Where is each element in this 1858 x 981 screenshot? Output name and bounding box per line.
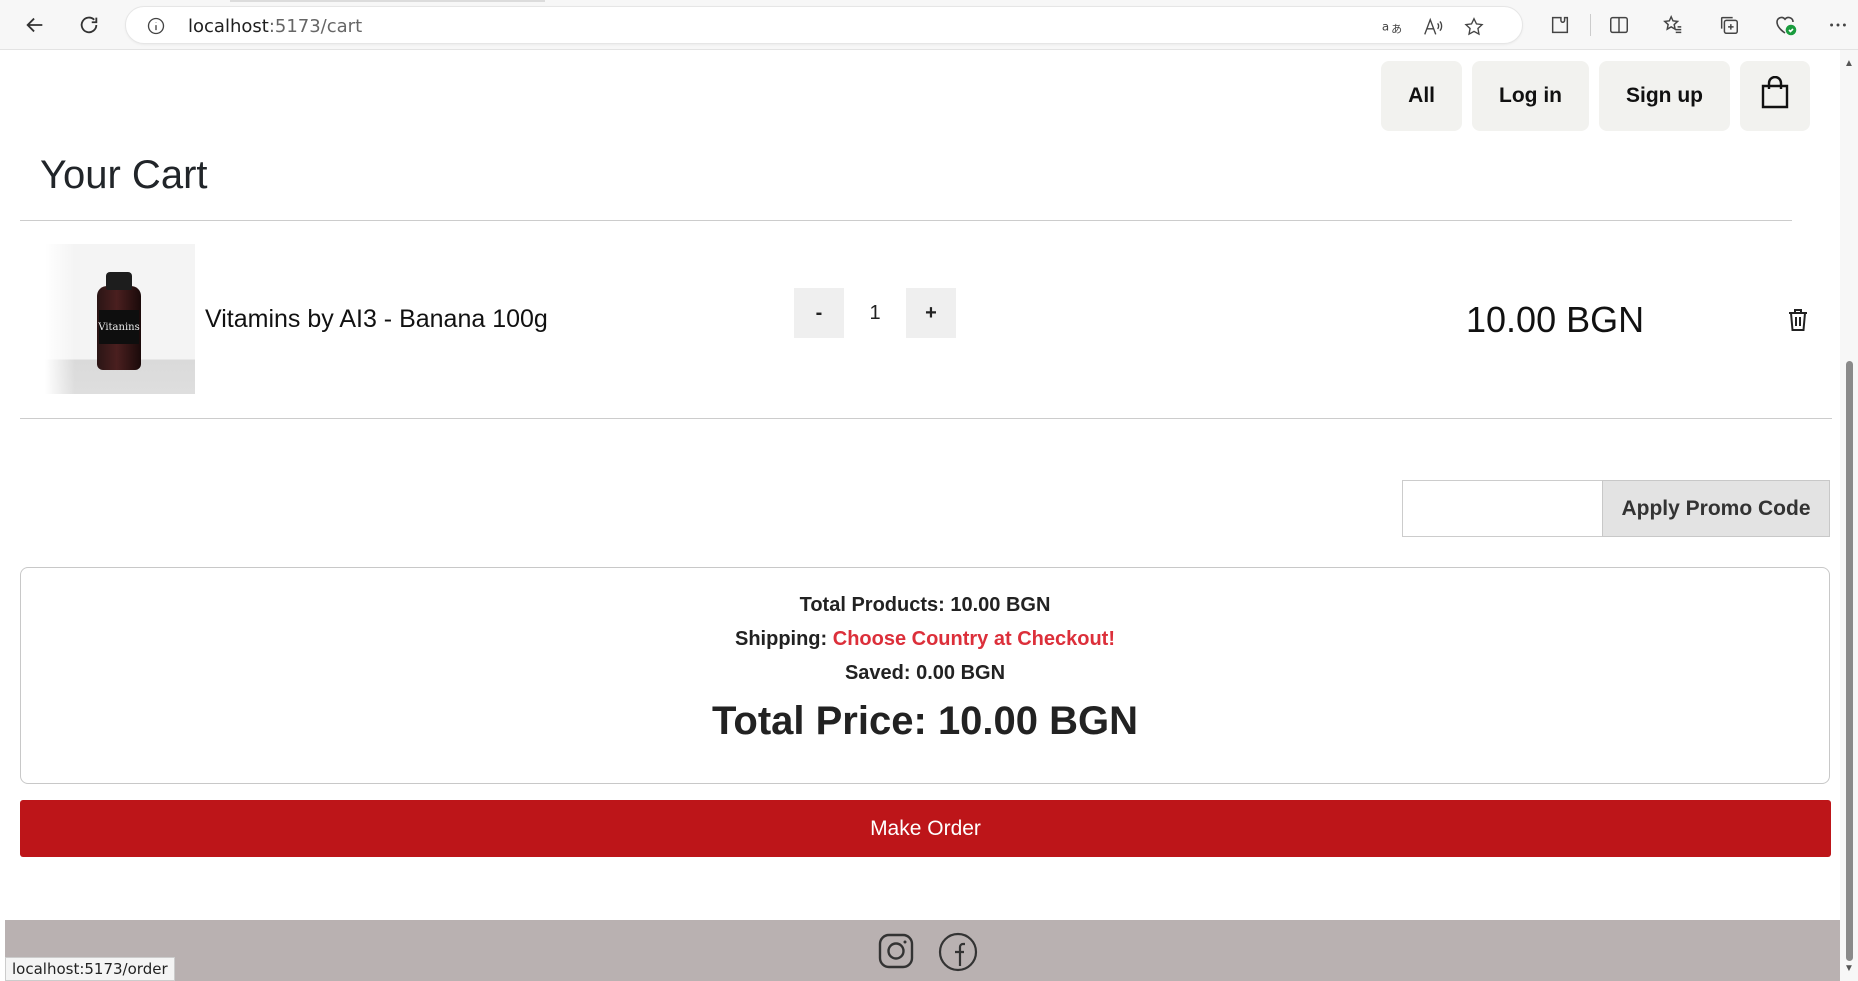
more-icon[interactable] (1825, 12, 1851, 38)
total-products-value: 10.00 BGN (950, 594, 1051, 616)
make-order-button[interactable]: Make Order (20, 800, 1831, 857)
bottle-graphic: Vitanins (97, 272, 141, 372)
reload-icon[interactable] (74, 10, 104, 40)
top-nav: All Log in Sign up (1381, 61, 1810, 131)
total-products-label: Total Products: (799, 594, 945, 616)
saved-value: 0.00 BGN (916, 662, 1006, 684)
bottle-label: Vitanins (98, 310, 140, 344)
trash-icon[interactable] (1786, 307, 1812, 335)
cart-bag-button[interactable] (1740, 61, 1810, 131)
shopping-bag-icon (1760, 75, 1790, 116)
scrollbar-thumb[interactable] (1846, 361, 1853, 961)
shipping-line: Shipping: Choose Country at Checkout! (21, 628, 1829, 651)
bottle-cap (106, 272, 132, 290)
increment-button[interactable]: + (906, 288, 956, 338)
site-info-icon[interactable] (146, 16, 166, 41)
promo-form: Apply Promo Code (1402, 480, 1830, 537)
favorite-star-icon[interactable] (1463, 16, 1485, 38)
url-host: localhost (188, 16, 269, 37)
total-price-line: Total Price: 10.00 BGN (21, 699, 1829, 744)
scroll-down-icon[interactable]: ▼ (1844, 963, 1854, 974)
promo-code-input[interactable] (1402, 480, 1602, 537)
total-price-value: 10.00 BGN (937, 699, 1139, 743)
cart-item-row: Vitanins Vitamins by AI3 - Banana 100g -… (20, 235, 1830, 415)
signup-button[interactable]: Sign up (1599, 61, 1730, 131)
quantity-value: 1 (869, 301, 881, 324)
item-price: 10.00 BGN (1466, 299, 1645, 340)
order-summary: Total Products: 10.00 BGN Shipping: Choo… (20, 567, 1830, 784)
instagram-icon[interactable] (877, 932, 917, 972)
quantity-stepper: - 1 + (794, 288, 956, 338)
decrement-button[interactable]: - (794, 288, 844, 338)
image-highlight (45, 244, 75, 394)
status-bar-url: localhost:5173/order (5, 957, 175, 981)
product-image[interactable]: Vitanins (45, 244, 195, 394)
total-products-line: Total Products: 10.00 BGN (21, 594, 1829, 617)
cart-page: All Log in Sign up Your Cart Vitanins Vi… (0, 50, 1840, 981)
saved-label: Saved: (844, 662, 911, 684)
facebook-icon[interactable] (938, 932, 978, 972)
tab-strip-edge (230, 0, 545, 2)
svg-text:a: a (1382, 20, 1389, 34)
collections-icon[interactable] (1716, 12, 1742, 38)
favorites-icon[interactable] (1660, 12, 1686, 38)
extensions-icon[interactable] (1547, 12, 1573, 38)
toolbar-separator (1590, 14, 1591, 36)
login-button[interactable]: Log in (1472, 61, 1589, 131)
total-price-label: Total Price: (711, 699, 927, 743)
translate-icon[interactable]: aあ (1381, 16, 1403, 38)
shipping-value: Choose Country at Checkout! (832, 628, 1115, 650)
url-text[interactable]: localhost:5173/cart (188, 16, 362, 37)
shipping-label: Shipping: (734, 628, 828, 650)
split-screen-icon[interactable] (1606, 12, 1632, 38)
address-bar[interactable]: localhost:5173/cart aあ (125, 6, 1523, 44)
apply-promo-button[interactable]: Apply Promo Code (1602, 480, 1830, 537)
read-aloud-icon[interactable] (1422, 16, 1444, 38)
vertical-scrollbar[interactable]: ▲ ▼ (1840, 50, 1858, 981)
url-path: :5173/cart (268, 16, 363, 37)
browser-essentials-icon[interactable] (1772, 12, 1798, 38)
back-icon[interactable] (20, 10, 50, 40)
product-name[interactable]: Vitamins by AI3 - Banana 100g (205, 305, 548, 334)
item-divider (20, 418, 1832, 419)
svg-text:あ: あ (1391, 23, 1402, 36)
nav-all-button[interactable]: All (1381, 61, 1463, 131)
page-title: Your Cart (40, 153, 208, 197)
saved-line: Saved: 0.00 BGN (21, 662, 1829, 685)
title-divider (20, 220, 1792, 221)
footer (5, 920, 1840, 981)
scroll-up-icon[interactable]: ▲ (1844, 58, 1854, 69)
browser-toolbar: localhost:5173/cart aあ (0, 0, 1858, 50)
